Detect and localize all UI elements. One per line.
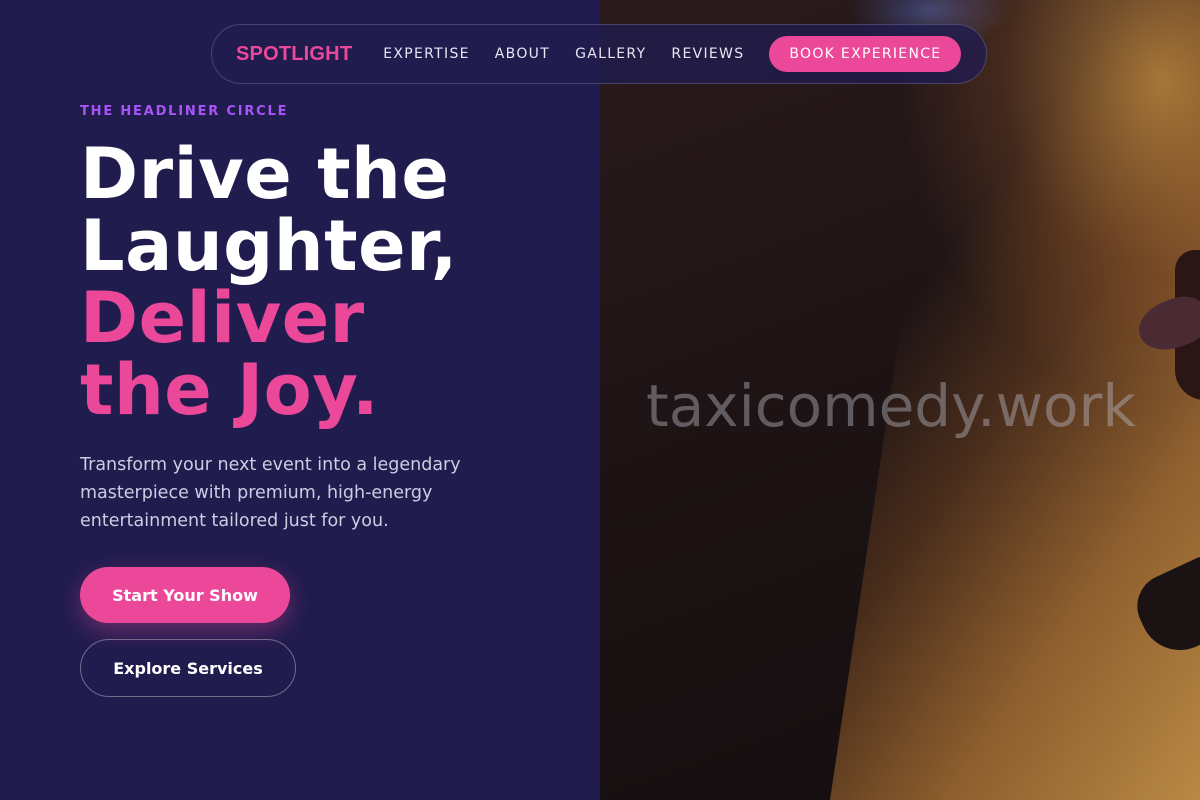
hero-headline: Drive the Laughter, Deliver the Joy. <box>80 138 600 426</box>
headline-line-3: Deliver <box>80 277 365 359</box>
hero-description: Transform your next event into a legenda… <box>80 455 461 531</box>
brand-logo[interactable]: SPOTLIGHT <box>236 43 352 66</box>
nav-link-reviews[interactable]: REVIEWS <box>671 46 744 62</box>
image-watermark: taxicomedy.work <box>646 372 1136 440</box>
headline-line-2: Laughter, <box>80 205 458 287</box>
top-nav: SPOTLIGHT EXPERTISE ABOUT GALLERY REVIEW… <box>211 24 987 84</box>
explore-services-button[interactable]: Explore Services <box>80 639 296 697</box>
headline-line-1: Drive the <box>80 133 450 215</box>
nav-link-gallery[interactable]: GALLERY <box>575 46 646 62</box>
headline-line-4: the Joy. <box>80 349 380 431</box>
nav-link-about[interactable]: ABOUT <box>495 46 550 62</box>
hero-eyebrow: THE HEADLINER CIRCLE <box>80 104 289 119</box>
start-your-show-button[interactable]: Start Your Show <box>80 567 290 623</box>
nav-link-expertise[interactable]: EXPERTISE <box>383 46 470 62</box>
book-experience-button[interactable]: BOOK EXPERIENCE <box>769 36 962 72</box>
